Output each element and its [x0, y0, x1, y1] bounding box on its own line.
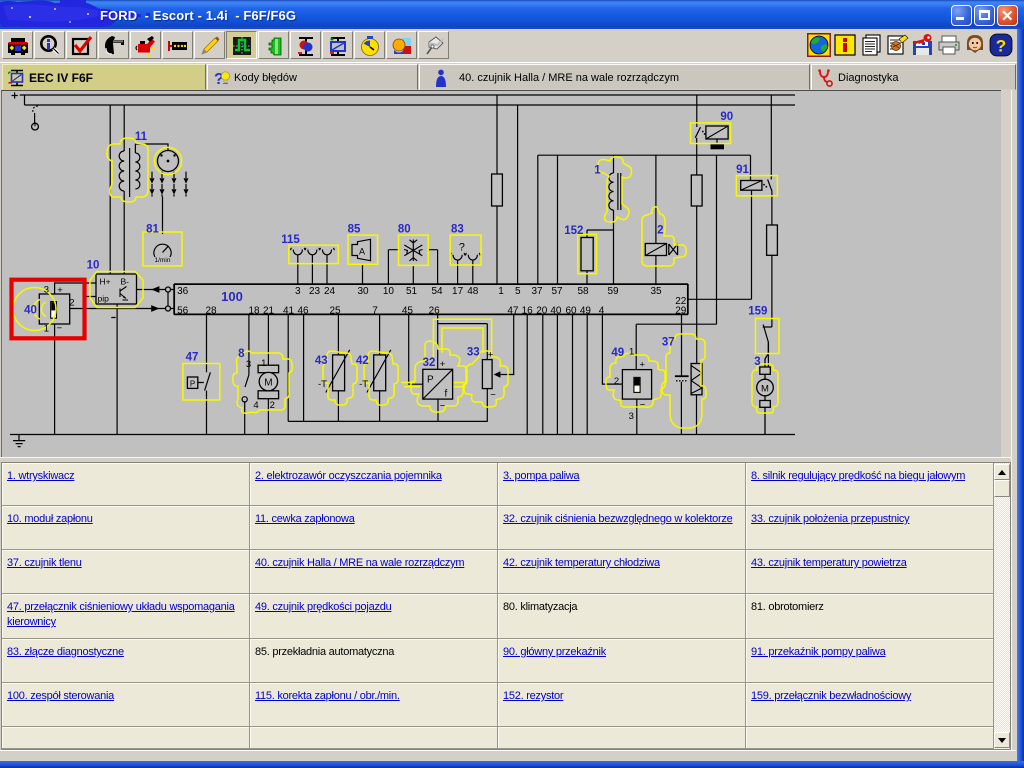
svg-text:54: 54	[431, 286, 443, 297]
svg-text:−: −	[57, 323, 63, 334]
svg-text:1: 1	[261, 358, 266, 369]
svg-text:60: 60	[565, 306, 577, 317]
svg-text:37: 37	[531, 286, 543, 297]
svg-text:23: 23	[309, 286, 321, 297]
svg-text:49: 49	[611, 347, 624, 359]
svg-text:57: 57	[551, 286, 563, 297]
svg-text:+: +	[488, 350, 494, 361]
svg-text:41: 41	[283, 306, 295, 317]
svg-text:18: 18	[248, 306, 260, 317]
svg-text:1: 1	[594, 165, 601, 177]
svg-text:10: 10	[383, 286, 395, 297]
svg-text:56: 56	[177, 306, 189, 317]
svg-text:1: 1	[629, 346, 634, 357]
svg-text:16: 16	[522, 306, 534, 317]
svg-text:pip: pip	[98, 294, 110, 304]
svg-text:159: 159	[748, 306, 767, 318]
svg-text:59: 59	[607, 286, 619, 297]
svg-text:M: M	[264, 378, 272, 389]
svg-text:35: 35	[650, 286, 662, 297]
svg-text:45: 45	[402, 306, 414, 317]
svg-text:26: 26	[429, 306, 441, 317]
svg-text:42: 42	[356, 355, 369, 367]
svg-text:+: +	[57, 285, 63, 296]
svg-text:100: 100	[221, 289, 243, 304]
svg-text:28: 28	[205, 306, 217, 317]
svg-text:H+: H+	[100, 277, 111, 287]
svg-text:−: −	[440, 401, 446, 412]
svg-text:37: 37	[662, 337, 675, 349]
svg-text:3: 3	[754, 356, 760, 368]
svg-text:+: +	[440, 359, 446, 370]
svg-text:1: 1	[44, 324, 49, 335]
svg-text:58: 58	[577, 286, 589, 297]
svg-text:7: 7	[372, 306, 378, 317]
svg-text:49: 49	[580, 306, 592, 317]
svg-text:152: 152	[564, 225, 583, 237]
svg-text:5: 5	[515, 286, 521, 297]
svg-text:47: 47	[507, 306, 519, 317]
svg-text:91: 91	[736, 164, 749, 176]
svg-text:32: 32	[423, 357, 436, 369]
svg-text:36: 36	[177, 286, 189, 297]
svg-text:-T: -T	[318, 379, 327, 390]
svg-text:f: f	[445, 389, 448, 400]
svg-text:40: 40	[24, 305, 37, 317]
svg-text:1: 1	[498, 286, 504, 297]
svg-text:P: P	[427, 375, 434, 386]
svg-text:33: 33	[467, 347, 480, 359]
svg-text:−: −	[490, 390, 496, 401]
svg-text:3: 3	[246, 359, 251, 370]
svg-text:81: 81	[146, 224, 159, 236]
svg-text:46: 46	[297, 306, 309, 317]
svg-text:115: 115	[281, 234, 300, 246]
svg-text:A: A	[359, 247, 365, 257]
svg-text:−: −	[640, 400, 646, 411]
svg-text:80: 80	[398, 224, 411, 236]
svg-text:8: 8	[238, 348, 245, 360]
svg-text:2: 2	[657, 225, 663, 237]
svg-text:4: 4	[253, 400, 258, 411]
svg-text:20: 20	[536, 306, 548, 317]
svg-text:24: 24	[324, 286, 336, 297]
svg-text:P: P	[190, 379, 195, 388]
svg-text:29: 29	[675, 306, 687, 317]
svg-text:40: 40	[550, 306, 562, 317]
svg-text:2: 2	[614, 376, 619, 387]
svg-text:4: 4	[599, 306, 605, 317]
svg-text:?: ?	[996, 37, 1006, 56]
svg-text:17: 17	[452, 286, 464, 297]
svg-text:85: 85	[348, 224, 361, 236]
svg-text:3: 3	[295, 286, 301, 297]
svg-text:47: 47	[186, 352, 199, 364]
svg-text:B-: B-	[121, 277, 130, 287]
svg-text:90: 90	[720, 111, 733, 123]
svg-text:48: 48	[467, 286, 479, 297]
svg-text:11: 11	[135, 131, 148, 143]
svg-text:3: 3	[629, 411, 634, 422]
svg-text:25: 25	[329, 306, 341, 317]
svg-text:2: 2	[69, 298, 74, 309]
svg-text:83: 83	[451, 224, 464, 236]
svg-text:10: 10	[87, 260, 100, 272]
svg-text:3: 3	[44, 285, 49, 296]
svg-text:M: M	[761, 384, 769, 395]
svg-text:?: ?	[459, 242, 465, 254]
svg-text:21: 21	[263, 306, 275, 317]
svg-text:30: 30	[357, 286, 369, 297]
svg-text:+: +	[639, 360, 645, 371]
svg-text:51: 51	[406, 286, 418, 297]
svg-text:1/min: 1/min	[155, 257, 171, 264]
svg-text:43: 43	[315, 355, 328, 367]
svg-text:2: 2	[270, 400, 275, 411]
svg-text:-T: -T	[359, 379, 368, 390]
